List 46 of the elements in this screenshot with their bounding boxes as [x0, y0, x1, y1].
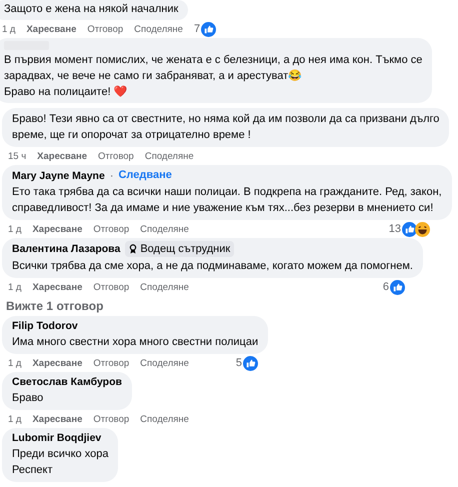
follow-link[interactable]: Следване	[118, 168, 172, 183]
author-name[interactable]: Lubomir Boqdjiev	[12, 431, 102, 445]
timestamp[interactable]: 1 д	[2, 24, 16, 34]
comment-text: Защото е жена на някой началник	[4, 2, 178, 17]
author-name[interactable]: Светослав Камбуров	[12, 375, 122, 389]
comment-action-link[interactable]: Споделяне	[134, 24, 183, 34]
timestamp[interactable]: 15 ч	[8, 150, 26, 162]
reaction-count[interactable]: 5	[236, 357, 242, 369]
comment-action-link[interactable]: Харесване	[32, 224, 82, 234]
comment-action-link[interactable]: Харесване	[26, 24, 76, 34]
comment-action-link[interactable]: Отговор	[93, 282, 130, 292]
author-name[interactable]: Mary Jayne Mayne	[12, 168, 105, 182]
comment-action-link[interactable]: Споделяне	[140, 224, 189, 234]
reaction-count[interactable]: 6	[382, 281, 389, 293]
timestamp[interactable]: 1 д	[8, 414, 22, 424]
view-replies-link[interactable]: Вижте 1 отговор	[6, 299, 458, 313]
comment-text: В първия момент помислих, че жената е с белезници, а до нея има кон. Тъкмо се зарадвах, че вече не само ги забраняват, а и арестуват😂 Браво на полицаите! ❤	[4, 53, 422, 100]
comment-text: Браво	[12, 391, 44, 406]
timestamp[interactable]: 1 д	[8, 358, 22, 368]
timestamp[interactable]: 1 д	[8, 224, 22, 234]
comment-action-link[interactable]: Отговор	[93, 358, 130, 368]
comment-action-link[interactable]: Споделяне	[140, 358, 189, 368]
badge-label: Водещ сътрудник	[140, 242, 230, 256]
comment-action-link[interactable]: Отговор	[98, 150, 134, 162]
comment-action-link[interactable]: Отговор	[93, 224, 130, 234]
comment-action-link[interactable]: Споделяне	[144, 150, 194, 162]
comment-action-link[interactable]: Отговор	[93, 414, 130, 424]
comment-text: Браво! Тези явно са от свестните, но няма кой да им позволи да са призвани дълго време, ще ги опорочат за отрицателно време !	[12, 112, 440, 143]
comment-action-link[interactable]: Харесване	[32, 282, 82, 292]
comment-action-link[interactable]: Харесване	[37, 150, 88, 162]
comment-text: Има много свестни хора много свестни полицаи	[12, 335, 258, 350]
author-name[interactable]: Валентина Лазарова	[12, 242, 120, 256]
comment-text: Всички трябва да сме хора, а не да подминаваме, когато можем да помогнем.	[12, 259, 413, 274]
comment-text: Ето така трябва да са всички наши полицаи. В подкрепа на гражданите. Ред, закон, справедливост! За да имаме и ние уважение към тях...без резерви в мнението си!	[12, 185, 442, 216]
comment-action-link[interactable]: Споделяне	[140, 414, 189, 424]
separator-dot: ·	[110, 170, 114, 182]
comment-action-link[interactable]: Споделяне	[140, 282, 189, 292]
comment-action-link[interactable]: Харесване	[32, 414, 82, 424]
reaction-count[interactable]: 7	[194, 23, 200, 35]
author-name[interactable]: Filip Todorov	[12, 319, 78, 333]
comment-action-link[interactable]: Отговор	[87, 24, 124, 34]
comment-action-link[interactable]: Харесване	[32, 358, 82, 368]
timestamp[interactable]: 1 д	[8, 282, 22, 292]
reaction-count[interactable]: 13	[388, 223, 401, 235]
comment-text: Преди всичко хора Респект	[12, 447, 108, 478]
award-icon	[129, 244, 138, 254]
